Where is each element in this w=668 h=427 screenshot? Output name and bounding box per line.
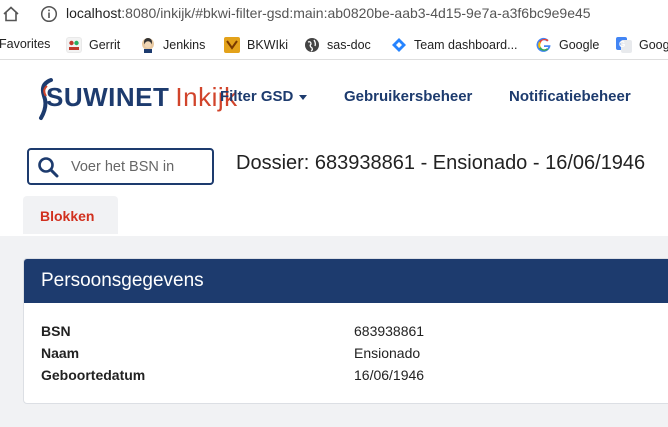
logo-text: SUWINET Inkijk: [46, 82, 238, 113]
url-path: :8080/inkijk/#bkwi-filter-gsd:main:ab082…: [121, 5, 591, 21]
bookmark-gerrit[interactable]: Gerrit: [66, 37, 120, 53]
globe-icon: [304, 37, 320, 53]
bookmark-label: Gerrit: [89, 38, 121, 52]
bookmark-label: Team dashboard...: [414, 38, 518, 52]
tab-blokken[interactable]: Blokken: [23, 196, 118, 234]
bookmark-google[interactable]: Google: [536, 37, 599, 53]
field-value: 683938861: [354, 323, 425, 339]
google-translate-icon: G: [616, 37, 632, 53]
nav-filter-gsd-label: Filter GSD: [220, 88, 294, 105]
bsn-search-input[interactable]: [71, 156, 209, 178]
home-icon[interactable]: [2, 5, 20, 23]
nav-filter-gsd[interactable]: Filter GSD: [220, 88, 308, 105]
bookmark-bkwiki[interactable]: BKWIki: [224, 37, 288, 53]
field-label: BSN: [41, 323, 71, 339]
bsn-search-box[interactable]: [27, 148, 214, 185]
bookmark-team-dashboard[interactable]: Team dashboard...: [391, 37, 518, 53]
nav-notificatiebeheer[interactable]: Notificatiebeheer: [509, 88, 631, 105]
field-value: Ensionado: [354, 345, 421, 361]
bookmark-favorites[interactable]: Favorites: [0, 37, 50, 51]
field-label: Naam: [41, 345, 80, 361]
gerrit-icon: [66, 37, 82, 53]
bookmark-jenkins[interactable]: Jenkins: [140, 37, 205, 53]
app-header: SUWINET Inkijk Filter GSD Gebruikersbehee…: [0, 60, 668, 136]
url-text[interactable]: localhost:8080/inkijk/#bkwi-filter-gsd:m…: [66, 5, 591, 21]
dossier-title: Dossier: 683938861 - Ensionado - 16/06/1…: [236, 152, 646, 174]
logo-main: SUWINET: [46, 82, 170, 112]
tab-blokken-label: Blokken: [40, 208, 95, 224]
bookmark-label: BKWIki: [247, 38, 288, 52]
field-label: Geboortedatum: [41, 367, 146, 383]
url-host: localhost: [66, 5, 122, 21]
search-icon[interactable]: [37, 156, 59, 178]
bookmark-label: sas-doc: [327, 38, 371, 52]
card-title: Persoonsgegevens: [41, 270, 204, 291]
field-value: 16/06/1946: [354, 367, 425, 383]
bookmark-label: Favorites: [0, 37, 51, 51]
google-icon: [536, 37, 552, 53]
bookmark-label: Google: [559, 38, 600, 52]
bookmark-label: Jenkins: [163, 38, 206, 52]
site-info-icon[interactable]: [40, 5, 58, 23]
jenkins-icon: [140, 37, 156, 53]
bookmark-label: Goog: [639, 38, 668, 52]
persoonsgegevens-card: Persoonsgegevens BSN 683938861 Naam Ensi…: [23, 258, 668, 404]
nav-gebruikersbeheer-label: Gebruikersbeheer: [344, 88, 473, 105]
nav-gebruikersbeheer[interactable]: Gebruikersbeheer: [344, 88, 472, 105]
bookmark-sas-doc[interactable]: sas-doc: [304, 37, 371, 53]
bookmarks-bar: Favorites Gerrit Jenkins BKWIki sas-doc …: [0, 30, 668, 60]
bookmark-google-translate[interactable]: G Goog: [616, 37, 668, 53]
bkwiki-icon: [224, 37, 240, 53]
caret-down-icon: [299, 94, 308, 100]
browser-address-bar: localhost:8080/inkijk/#bkwi-filter-gsd:m…: [0, 0, 668, 30]
content-area: Persoonsgegevens BSN 683938861 Naam Ensi…: [0, 236, 668, 427]
nav-notificatiebeheer-label: Notificatiebeheer: [509, 88, 631, 105]
jira-icon: [391, 37, 407, 53]
card-header: Persoonsgegevens: [24, 259, 668, 303]
svg-text:G: G: [619, 40, 625, 49]
